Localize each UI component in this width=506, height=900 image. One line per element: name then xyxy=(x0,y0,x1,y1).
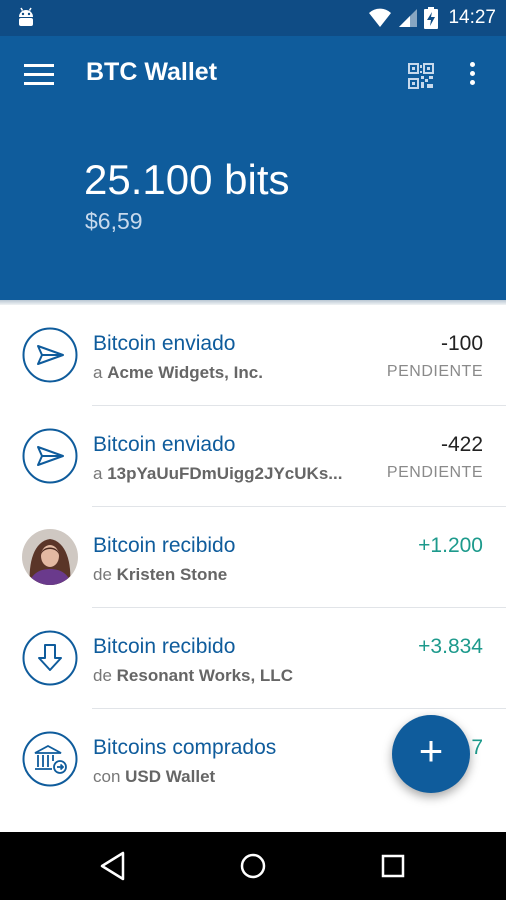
android-icon xyxy=(19,7,33,26)
transaction-row[interactable]: Bitcoin enviado a 13pYaUuFDmUigg2JYcUKs.… xyxy=(0,406,506,507)
transaction-amount: -422 xyxy=(440,433,483,456)
qr-code-icon[interactable] xyxy=(407,62,435,90)
battery-charging-icon xyxy=(424,7,439,29)
clock-text: 14:27 xyxy=(448,7,496,28)
bank-icon xyxy=(22,731,78,787)
balance-amount: 25.100 bits xyxy=(84,156,290,203)
navigation-bar xyxy=(0,832,506,900)
wifi-icon xyxy=(369,8,392,27)
transaction-party: de Resonant Works, LLC xyxy=(93,666,293,685)
menu-icon[interactable] xyxy=(24,64,54,88)
back-icon[interactable] xyxy=(96,849,130,883)
add-button[interactable]: + xyxy=(392,715,470,793)
transaction-title: Bitcoin enviado xyxy=(93,433,236,456)
transaction-amount: +1.200 xyxy=(418,534,483,557)
send-icon xyxy=(22,428,78,484)
home-icon[interactable] xyxy=(236,849,270,883)
app-title: BTC Wallet xyxy=(86,58,218,86)
transaction-party: de Kristen Stone xyxy=(93,565,228,584)
transaction-amount: +3.834 xyxy=(418,635,483,658)
transaction-party: a Acme Widgets, Inc. xyxy=(93,363,263,382)
cell-signal-icon xyxy=(399,9,418,27)
recents-icon[interactable] xyxy=(376,849,410,883)
avatar xyxy=(22,529,78,585)
receive-icon xyxy=(22,630,78,686)
transaction-title: Bitcoin enviado xyxy=(93,332,236,355)
transaction-amount: -100 xyxy=(440,332,483,355)
transaction-row[interactable]: Bitcoin recibido de Resonant Works, LLC … xyxy=(0,608,506,709)
transaction-row[interactable]: Bitcoin enviado a Acme Widgets, Inc. -10… xyxy=(0,305,506,406)
app-header: BTC Wallet 25.100 bits $6,59 xyxy=(0,36,506,300)
transaction-title: Bitcoins comprados xyxy=(93,736,277,759)
transaction-amount: 7 xyxy=(471,736,483,759)
add-icon: + xyxy=(418,727,444,774)
send-icon xyxy=(22,327,78,383)
transaction-row[interactable]: Bitcoin recibido de Kristen Stone +1.200 xyxy=(0,507,506,608)
transaction-status: PENDIENTE xyxy=(386,363,483,380)
transaction-title: Bitcoin recibido xyxy=(93,534,236,557)
transaction-title: Bitcoin recibido xyxy=(93,635,236,658)
transaction-party: con USD Wallet xyxy=(93,767,216,786)
more-options-icon[interactable] xyxy=(466,62,478,90)
transaction-status: PENDIENTE xyxy=(386,464,483,481)
fiat-amount: $6,59 xyxy=(85,208,143,234)
status-bar: 14:27 xyxy=(0,0,506,36)
transaction-party: a 13pYaUuFDmUigg2JYcUKs... xyxy=(93,464,343,483)
